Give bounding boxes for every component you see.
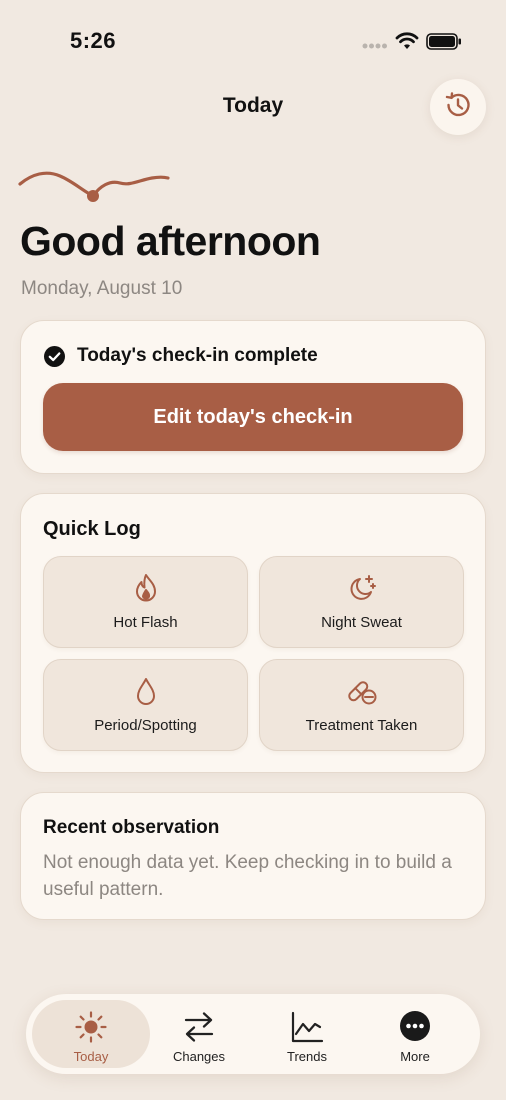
recent-observation-card: Recent observation Not enough data yet. … <box>20 792 486 920</box>
quick-log-label: Hot Flash <box>113 614 178 631</box>
tab-bar: Today Changes Trends More <box>26 994 480 1074</box>
cellular-signal-icon <box>362 43 388 49</box>
quick-log-period-spotting[interactable]: Period/Spotting <box>43 659 248 751</box>
quick-log-treatment-taken[interactable]: Treatment Taken <box>259 659 464 751</box>
observation-body: Not enough data yet. Keep checking in to… <box>43 852 452 900</box>
status-bar: 5:26 <box>0 0 506 80</box>
observation-title: Recent observation <box>43 817 220 838</box>
quick-log-label: Period/Spotting <box>94 717 197 734</box>
tab-more[interactable]: More <box>356 1000 474 1068</box>
checkin-card: Today's check-in complete Edit today's c… <box>20 320 486 474</box>
greeting-title: Good afternoon <box>20 218 321 264</box>
sun-icon <box>32 1010 150 1044</box>
tab-today[interactable]: Today <box>32 1000 150 1068</box>
quick-log-night-sweat[interactable]: Night Sweat <box>259 556 464 648</box>
arrows-swap-icon <box>140 1010 258 1044</box>
chart-line-icon <box>248 1010 366 1044</box>
tab-label: Trends <box>287 1049 327 1064</box>
flame-icon <box>44 573 247 603</box>
history-button[interactable] <box>430 79 486 135</box>
tab-label: More <box>400 1049 430 1064</box>
droplet-icon <box>44 676 247 706</box>
tab-label: Changes <box>172 1049 226 1064</box>
battery-icon <box>426 33 462 50</box>
more-dots-icon <box>356 1010 474 1042</box>
quick-log-hot-flash[interactable]: Hot Flash <box>43 556 248 648</box>
tab-changes[interactable]: Changes <box>140 1000 258 1068</box>
checkmark-circle-icon <box>44 345 65 367</box>
history-icon <box>443 90 473 125</box>
quick-log-label: Night Sweat <box>321 614 402 631</box>
current-date: Monday, August 10 <box>21 278 183 299</box>
quick-log-card: Quick Log Hot Flash Night Sweat Period/S… <box>20 493 486 773</box>
quick-log-title: Quick Log <box>43 518 141 540</box>
wifi-icon <box>395 32 419 50</box>
pills-icon <box>260 676 463 706</box>
moon-stars-icon <box>260 573 463 603</box>
tab-label: Today <box>73 1049 109 1064</box>
quick-log-label: Treatment Taken <box>305 717 418 734</box>
edit-checkin-button[interactable]: Edit today's check-in <box>43 383 463 451</box>
checkin-status: Today's check-in complete <box>44 345 318 367</box>
wave-logo <box>18 166 170 211</box>
status-time: 5:26 <box>70 28 117 53</box>
checkin-status-text: Today's check-in complete <box>77 345 318 366</box>
tab-trends[interactable]: Trends <box>248 1000 366 1068</box>
